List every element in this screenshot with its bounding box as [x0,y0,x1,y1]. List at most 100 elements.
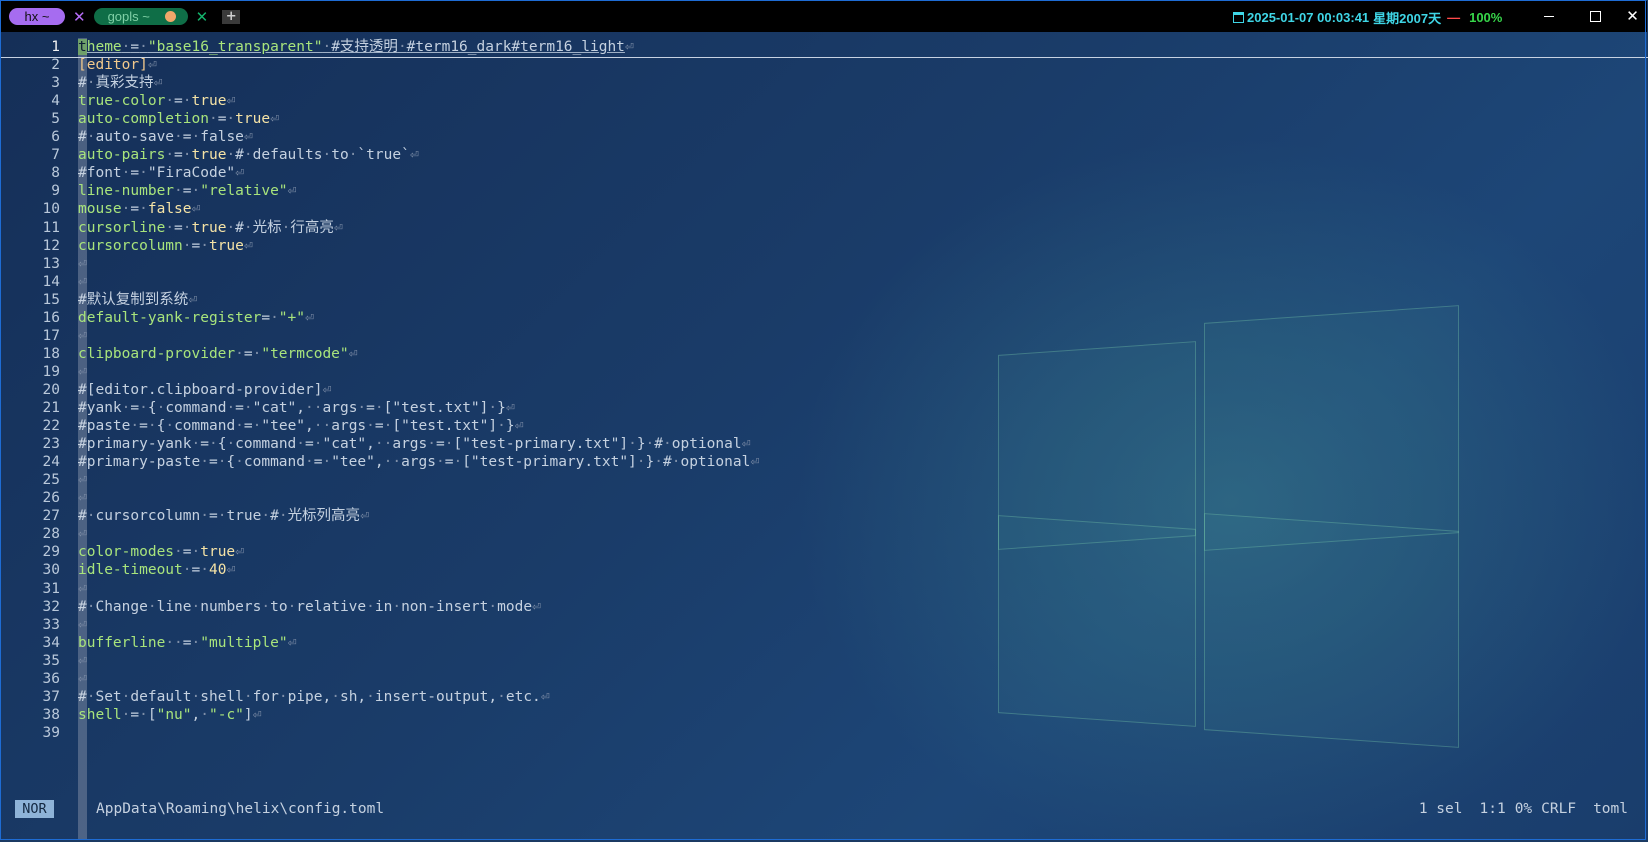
editor-line[interactable]: 26 ⏎ [0,489,1648,508]
minimize-button[interactable] [1526,1,1572,31]
weekday-text: 星期2 [1373,11,1407,26]
line-number: 38 [42,706,60,723]
line-code: #·auto-save·=·false⏎ [78,129,253,146]
tab-hx[interactable]: hx ~ ✕ [9,7,86,26]
minimize-icon [1544,15,1554,17]
editor-line[interactable]: 27 #·cursorcolumn·=·true·#·光标列高亮⏎ [0,507,1648,526]
line-code: cursorline·=·true·#·光标·行高亮⏎ [78,219,343,236]
editor-line[interactable]: 5 auto-completion·=·true⏎ [0,110,1648,129]
editor-line[interactable]: 32 #·Change·line·numbers·to·relative·in·n… [0,598,1648,617]
new-tab-button[interactable]: + [222,9,241,24]
mode-indicator: NOR [15,799,54,818]
editor-line[interactable]: 23 #primary-yank·=·{·command·=·"cat",··ar… [0,435,1648,454]
tab-pill[interactable]: gopls ~ [93,8,188,25]
line-number: 2 [51,57,60,74]
editor-line[interactable]: 2 [editor]⏎ [0,56,1648,75]
editor-line[interactable]: 33 ⏎ [0,616,1648,635]
editor-line[interactable]: 22 #paste·=·{·command·=·"tee",··args·=·["… [0,417,1648,436]
line-number: 30 [42,562,60,579]
line-code: ⏎ [78,670,87,687]
editor-line[interactable]: 14 ⏎ [0,273,1648,292]
editor-line[interactable]: 4 true-color·=·true⏎ [0,92,1648,111]
line-code: ⏎ [78,490,87,507]
line-code: ⏎ [78,327,87,344]
line-code: ⏎ [78,652,87,669]
editor-line[interactable]: 6 #·auto-save·=·false⏎ [0,128,1648,147]
editor-line[interactable]: 18 clipboard-provider·=·"termcode"⏎ [0,345,1648,364]
line-number: 23 [42,436,60,453]
line-code: #yank·=·{·command·=·"cat",··args·=·["tes… [78,400,515,416]
line-code: ⏎ [78,363,87,380]
editor-line[interactable]: 21 #yank·=·{·command·=·"cat",··args·=·["t… [0,399,1648,418]
editor-line[interactable]: 3 #·真彩支持⏎ [0,74,1648,93]
line-number: 28 [42,526,60,543]
editor-line[interactable]: 11 cursorline·=·true·#·光标·行高亮⏎ [0,219,1648,238]
editor-line[interactable]: 10 mouse·=·false⏎ [0,200,1648,219]
tab-label[interactable]: hx ~ [9,8,65,25]
line-number: 7 [51,147,60,164]
tab-gopls[interactable]: gopls ~ ✕ [93,7,209,26]
editor-buffer[interactable]: 1 theme·=·"base16_transparent"·#支持透明·#ter… [0,38,1648,840]
tab-label[interactable]: gopls ~ [108,9,150,24]
line-code: #默认复制到系统⏎ [78,291,197,308]
line-code: color-modes·=·true⏎ [78,544,244,561]
editor-line[interactable]: 30 idle-timeout·=·40⏎ [0,561,1648,580]
line-number: 4 [51,93,60,110]
editor-line[interactable]: 29 color-modes·=·true⏎ [0,543,1648,562]
line-number: 22 [42,418,60,435]
line-number: 16 [42,309,60,326]
editor-line[interactable]: 17 ⏎ [0,327,1648,346]
editor-line[interactable]: 19 ⏎ [0,363,1648,382]
editor-line[interactable]: 25 ⏎ [0,471,1648,490]
line-number: 3 [51,75,60,92]
editor-line[interactable]: 7 auto-pairs·=·true·#·defaults·to·`true`⏎ [0,146,1648,165]
line-code: #·Set·default·shell·for·pipe,·sh,·insert… [78,688,550,705]
editor-line[interactable]: 9 line-number·=·"relative"⏎ [0,182,1648,201]
line-number: 14 [42,273,60,290]
maximize-button[interactable] [1572,1,1618,31]
line-code: true-color·=·true⏎ [78,93,236,110]
line-code: mouse·=·false⏎ [78,201,201,218]
editor-line[interactable]: 38 shell·=·["nu",·"-c"]⏎ [0,706,1648,725]
editor-line[interactable]: 39 [0,724,1648,743]
editor-line[interactable]: 16 default-yank-register=·"+"⏎ [0,309,1648,328]
line-code: #primary-yank·=·{·command·=·"cat",··args… [78,436,751,453]
line-number: 12 [42,237,60,254]
clock-status: 2025-01-07 00:03:41 星期2 007天 — 100% [1233,8,1502,27]
line-number: 32 [42,598,60,615]
line-code: idle-timeout·=·40⏎ [78,562,236,579]
editor-line[interactable]: 1 theme·=·"base16_transparent"·#支持透明·#ter… [0,38,1648,58]
editor-line[interactable]: 8 #font·=·"FiraCode"⏎ [0,164,1648,183]
line-code: auto-pairs·=·true·#·defaults·to·`true`⏎ [78,147,419,164]
line-code: auto-completion·=·true⏎ [78,111,279,128]
line-number: 36 [42,670,60,687]
line-code: ⏎ [78,273,87,290]
line-number: 6 [51,129,60,146]
tab-close-icon[interactable]: ✕ [196,8,209,26]
line-number: 31 [42,580,60,597]
line-code: ⏎ [78,580,87,597]
file-language: toml [1593,800,1628,817]
editor-line[interactable]: 12 cursorcolumn·=·true⏎ [0,237,1648,256]
editor-line[interactable]: 20 #[editor.clipboard-provider]⏎ [0,381,1648,400]
editor-line[interactable]: 13 ⏎ [0,255,1648,274]
line-number: 17 [42,327,60,344]
editor-line[interactable]: 37 #·Set·default·shell·for·pipe,·sh,·inse… [0,688,1648,707]
line-number: 37 [42,688,60,705]
line-number: 15 [42,291,60,308]
editor-line[interactable]: 15 #默认复制到系统⏎ [0,291,1648,310]
line-number: 1 [51,39,60,55]
editor-line[interactable]: 24 #primary-paste·=·{·command·=·"tee",··a… [0,453,1648,472]
calendar-icon [1233,12,1244,23]
file-path: AppData\Roaming\helix\config.toml [96,800,385,817]
line-code: ⏎ [78,472,87,489]
line-number: 21 [42,400,60,416]
line-number: 27 [42,508,60,525]
editor-line[interactable]: 34 bufferline··=·"multiple"⏎ [0,634,1648,653]
close-window-button[interactable]: ✕ [1618,1,1647,31]
editor-line[interactable]: 28 ⏎ [0,525,1648,544]
editor-line[interactable]: 31 ⏎ [0,580,1648,599]
editor-line[interactable]: 36 ⏎ [0,670,1648,689]
editor-line[interactable]: 35 ⏎ [0,652,1648,671]
tab-close-icon[interactable]: ✕ [73,8,86,26]
